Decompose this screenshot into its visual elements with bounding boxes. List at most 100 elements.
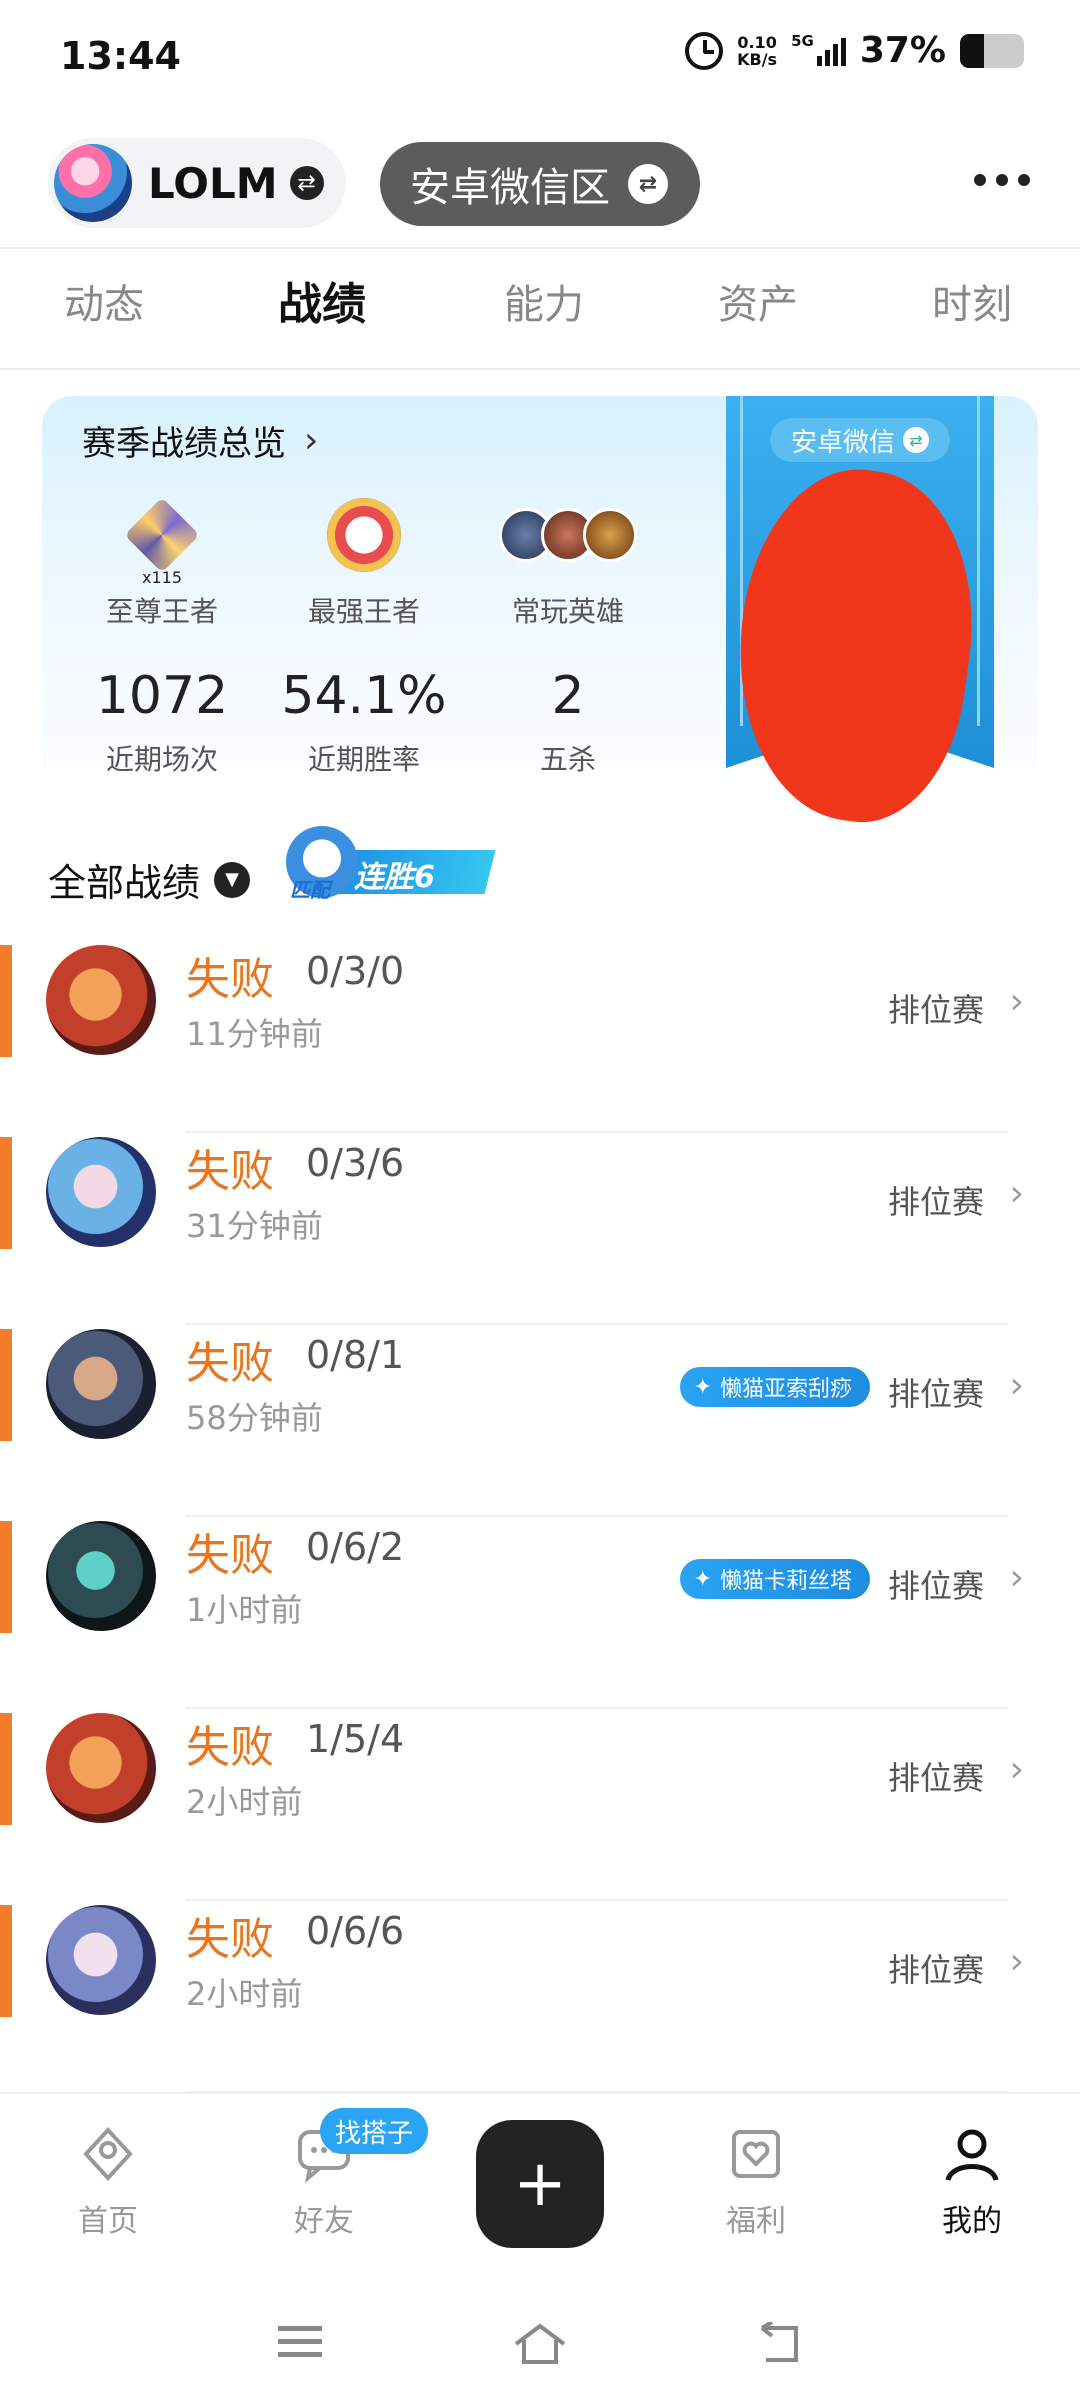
profile-tabs: 动态 战绩 能力 资产 时刻 bbox=[0, 262, 1080, 342]
app-header: LOLM ⇄ 安卓微信区 ⇄ bbox=[0, 138, 1080, 238]
season-overview-title[interactable]: 赛季战绩总览 › bbox=[82, 416, 318, 465]
hero-avatars bbox=[468, 498, 668, 572]
net-speed: 0.10 KB/s bbox=[737, 34, 777, 68]
divider bbox=[186, 1131, 1008, 1133]
banner-region-tag: 安卓微信 ⇄ bbox=[770, 418, 950, 462]
game-name: LOLM bbox=[148, 158, 278, 208]
battery-percent: 37% bbox=[859, 30, 946, 71]
best-rank-badge-icon bbox=[327, 498, 401, 572]
favorite-heroes[interactable]: 常玩英雄 bbox=[468, 498, 668, 630]
match-row[interactable]: 失败 0/3/0 11分钟前 排位赛 › bbox=[0, 945, 1080, 1137]
winrate-label: 近期胜率 bbox=[307, 743, 420, 776]
nav-home[interactable]: 首页 bbox=[48, 2124, 168, 2240]
home-icon bbox=[78, 2124, 138, 2184]
skin-tag-text: 懒猫亚索刮痧 bbox=[719, 1377, 852, 1402]
network-type: 5G bbox=[791, 31, 814, 50]
current-rank: x115 至尊王者 bbox=[62, 497, 262, 630]
loss-indicator bbox=[0, 1329, 12, 1441]
tab-records[interactable]: 战绩 bbox=[278, 268, 366, 332]
status-icons: 0.10 KB/s 5G 37% bbox=[685, 30, 1024, 71]
match-time: 58分钟前 bbox=[186, 1399, 323, 1437]
tab-ability[interactable]: 能力 bbox=[504, 272, 584, 330]
match-kda: 0/3/0 bbox=[306, 949, 405, 993]
sparkle-icon: ✦ bbox=[693, 1374, 712, 1400]
swap-icon: ⇄ bbox=[289, 166, 324, 200]
match-row[interactable]: 失败 0/6/2 1小时前 ✦ 懒猫卡莉丝塔 排位赛 › bbox=[0, 1521, 1080, 1713]
rank-current-label: 至尊王者 bbox=[105, 595, 218, 628]
match-row[interactable]: 失败 0/6/6 2小时前 排位赛 › bbox=[0, 1905, 1080, 2097]
match-result: 失败 bbox=[186, 1722, 274, 1773]
match-row[interactable]: 失败 1/5/4 2小时前 排位赛 › bbox=[0, 1713, 1080, 1905]
game-switch-button[interactable]: LOLM ⇄ bbox=[48, 138, 346, 228]
more-options-icon[interactable] bbox=[974, 174, 1030, 186]
match-result: 失败 bbox=[186, 954, 274, 1005]
home-button-icon[interactable] bbox=[512, 2322, 568, 2370]
chevron-right-icon: › bbox=[1009, 1557, 1024, 1598]
match-kda: 0/8/1 bbox=[306, 1333, 405, 1377]
winrate-value: 54.1% bbox=[281, 666, 447, 726]
loss-indicator bbox=[0, 1137, 12, 1249]
nav-welfare[interactable]: 福利 bbox=[696, 2124, 816, 2240]
match-time: 2小时前 bbox=[186, 1783, 303, 1821]
loss-indicator bbox=[0, 1521, 12, 1633]
skin-tag-text: 懒猫卡莉丝塔 bbox=[719, 1569, 852, 1594]
divider bbox=[186, 1899, 1008, 1901]
nav-welfare-label: 福利 bbox=[726, 2204, 786, 2239]
heroes-label: 常玩英雄 bbox=[511, 595, 624, 628]
match-mode: 排位赛 bbox=[887, 1375, 984, 1413]
alarm-icon bbox=[685, 31, 724, 70]
loss-indicator bbox=[0, 945, 12, 1057]
pentakill-label: 五杀 bbox=[539, 743, 596, 776]
rank-best-label: 最强王者 bbox=[307, 595, 420, 628]
games-label: 近期场次 bbox=[105, 743, 218, 776]
menu-icon[interactable] bbox=[276, 2322, 324, 2366]
all-records-filter[interactable]: 全部战绩 ▼ bbox=[48, 852, 251, 907]
win-streak-badge: 匹配 连胜6 bbox=[282, 820, 496, 904]
sparkle-icon: ✦ bbox=[693, 1566, 712, 1592]
hero-avatar bbox=[46, 1713, 156, 1823]
match-mode: 排位赛 bbox=[887, 991, 984, 1029]
nav-home-label: 首页 bbox=[78, 2204, 138, 2239]
chevron-right-icon: › bbox=[1009, 981, 1024, 1022]
skin-tag: ✦ 懒猫亚索刮痧 bbox=[679, 1367, 870, 1407]
status-bar: 13:44 0.10 KB/s 5G 37% bbox=[0, 0, 1080, 110]
rank-badge-icon bbox=[124, 497, 200, 573]
region-name: 安卓微信区 bbox=[410, 165, 610, 211]
match-row[interactable]: 失败 0/8/1 58分钟前 ✦ 懒猫亚索刮痧 排位赛 › bbox=[0, 1329, 1080, 1521]
records-title: 全部战绩 bbox=[48, 861, 201, 905]
match-kda: 0/6/2 bbox=[306, 1525, 405, 1569]
nav-mine[interactable]: 我的 bbox=[912, 2124, 1032, 2240]
gift-heart-icon bbox=[726, 2124, 786, 2184]
loss-indicator bbox=[0, 1905, 12, 2017]
match-result: 失败 bbox=[186, 1338, 274, 1389]
divider bbox=[0, 368, 1080, 370]
game-avatar bbox=[54, 144, 132, 222]
hero-avatar bbox=[46, 1329, 156, 1439]
match-row[interactable]: 失败 0/3/6 31分钟前 排位赛 › bbox=[0, 1137, 1080, 1329]
match-result: 失败 bbox=[186, 1146, 274, 1197]
region-switch-button[interactable]: 安卓微信区 ⇄ bbox=[380, 142, 700, 226]
chevron-down-icon: ▼ bbox=[214, 861, 251, 898]
find-partner-badge[interactable]: 找搭子 bbox=[320, 2108, 428, 2154]
hero-avatar bbox=[46, 945, 156, 1055]
hero-avatar bbox=[46, 1905, 156, 2015]
chevron-right-icon: › bbox=[304, 420, 319, 461]
match-mode: 排位赛 bbox=[887, 1759, 984, 1797]
match-mode: 排位赛 bbox=[887, 1951, 984, 1989]
match-time: 2小时前 bbox=[186, 1975, 303, 2013]
tab-activity[interactable]: 动态 bbox=[64, 272, 144, 330]
match-time: 31分钟前 bbox=[186, 1207, 323, 1245]
skin-tag: ✦ 懒猫卡莉丝塔 bbox=[679, 1559, 870, 1599]
tab-moments[interactable]: 时刻 bbox=[932, 272, 1012, 330]
create-post-button[interactable]: + bbox=[476, 2120, 604, 2248]
streak-mode: 匹配 bbox=[290, 878, 330, 902]
tab-assets[interactable]: 资产 bbox=[718, 272, 798, 330]
status-time: 13:44 bbox=[60, 34, 181, 78]
back-icon[interactable] bbox=[752, 2320, 804, 2370]
match-kda: 0/6/6 bbox=[306, 1909, 405, 1953]
nav-friends-label: 好友 bbox=[294, 2204, 354, 2239]
match-time: 11分钟前 bbox=[186, 1015, 323, 1053]
chevron-right-icon: › bbox=[1009, 1365, 1024, 1406]
chevron-right-icon: › bbox=[1009, 1941, 1024, 1982]
match-result: 失败 bbox=[186, 1914, 274, 1965]
